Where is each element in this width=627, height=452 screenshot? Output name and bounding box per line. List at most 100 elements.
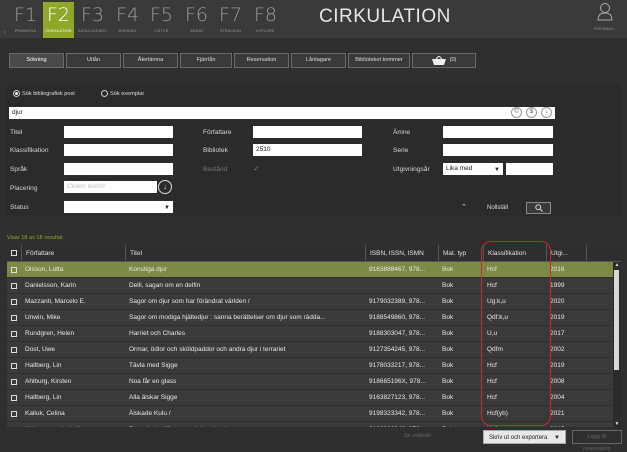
row-checkbox[interactable]: [11, 395, 17, 401]
f6-label: ADMIN: [190, 29, 203, 33]
tab-biblioteket-kommer[interactable]: Biblioteket kommer: [348, 53, 410, 68]
dollar-icon[interactable]: $: [526, 107, 537, 118]
cell-year: 2021: [550, 410, 565, 417]
col-titel[interactable]: Titel: [125, 245, 365, 262]
nollstall-button[interactable]: Nollställ: [487, 205, 508, 211]
forfattare-field[interactable]: [253, 126, 362, 138]
tab-sokning[interactable]: Sökning: [9, 53, 64, 68]
sprak-field[interactable]: [64, 163, 173, 175]
caret-down-icon: ▼: [164, 205, 170, 211]
copyright-icon[interactable]: ©: [511, 107, 522, 118]
f1-key[interactable]: F1 PRANNSSA: [10, 2, 41, 38]
tab-aterlamna[interactable]: Återlämna: [123, 53, 178, 68]
f5-key[interactable]: F5 LISTOR: [146, 2, 177, 38]
f8-number: F8: [253, 4, 278, 26]
cell-author: Danielsson, Karin: [25, 282, 76, 289]
search-button[interactable]: [526, 202, 551, 214]
cell-year: 2017: [550, 330, 565, 337]
utgivningsar-operator-select[interactable]: Lika med ▼: [443, 163, 503, 175]
f3-label: KATALOGRADY: [78, 29, 107, 33]
f3-key[interactable]: F3 KATALOGRADY: [77, 2, 108, 38]
select-all-checkbox[interactable]: [11, 250, 17, 256]
download-circle-icon[interactable]: ↓: [158, 180, 172, 194]
row-checkbox[interactable]: [11, 299, 17, 305]
cell-title: Alla älskar Sigge: [129, 394, 178, 401]
cell-year: 2019: [550, 314, 565, 321]
cell-title: Ormar, ödlor och sköldpaddor och andra d…: [129, 346, 286, 353]
f8-key[interactable]: F8 EXPLORE: [250, 2, 281, 38]
basket-count: (0): [449, 57, 457, 63]
cell-type: Bok: [442, 378, 454, 385]
cell-isbn: 9163888467, 978...: [369, 266, 426, 273]
checkmark-icon: ✓: [253, 164, 260, 173]
radio-exemplar[interactable]: Sök exemplar: [101, 90, 144, 97]
placering-field[interactable]: Cicero test////: [64, 181, 157, 193]
bibliotek-field[interactable]: 2510: [253, 144, 362, 156]
utgivningsar-field[interactable]: [506, 163, 553, 175]
row-checkbox[interactable]: [11, 379, 17, 385]
cell-author: Mazzanti, Marcelo E.: [25, 298, 86, 305]
row-checkbox[interactable]: [11, 315, 17, 321]
f6-key[interactable]: F6 ADMIN: [181, 2, 212, 38]
chevron-left-icon[interactable]: ‹: [4, 30, 6, 36]
cell-author: Olsson, Lotta: [25, 266, 64, 273]
download-icon[interactable]: ↓: [541, 107, 552, 118]
add-reservation-button[interactable]: Lägg till reservation: [572, 430, 622, 452]
tab-lantagare[interactable]: Låntagare: [291, 53, 346, 68]
f4-number: F4: [115, 4, 140, 26]
col-forfattare[interactable]: Författare: [21, 245, 125, 262]
cell-type: Bok: [442, 346, 454, 353]
radio-dot: [13, 90, 20, 97]
statistik-link[interactable]: Se statistik: [404, 433, 431, 439]
cell-title: Tävla med Sigge: [129, 362, 178, 369]
f3-number: F3: [80, 4, 105, 26]
serie-field[interactable]: [443, 144, 553, 156]
f7-label: STRACKAN: [219, 29, 242, 33]
label-placering: Placering: [10, 185, 38, 192]
label-status: Status: [10, 204, 29, 211]
label-titel: Titel: [10, 129, 23, 136]
col-utgivningsar[interactable]: Utgi...: [546, 245, 586, 262]
f1-label: PRANNSSA: [14, 29, 37, 33]
user-menu[interactable]: SYSTEMATI...: [593, 2, 617, 31]
f4-key[interactable]: F4 BOKNING: [112, 2, 143, 38]
app-title: CIRKULATION: [319, 6, 451, 27]
row-checkbox[interactable]: [11, 363, 17, 369]
klassifikation-field[interactable]: [64, 144, 173, 156]
titel-field[interactable]: [64, 126, 173, 138]
row-checkbox[interactable]: [11, 411, 17, 417]
cell-isbn: 918665196X, 978...: [369, 378, 426, 385]
col-isbn[interactable]: ISBN, ISSN, ISMN: [365, 245, 438, 262]
cell-type: Bok: [442, 330, 454, 337]
f1-number: F1: [13, 4, 38, 26]
export-button[interactable]: Skriv ut och exportera ▼: [483, 430, 566, 444]
main-search-input[interactable]: djur: [9, 107, 555, 119]
tab-reservation[interactable]: Reservation: [234, 53, 289, 68]
status-select[interactable]: ▼: [64, 201, 173, 213]
row-checkbox[interactable]: [11, 283, 17, 289]
chevron-up-icon[interactable]: ⌃: [461, 203, 467, 211]
vertical-scrollbar[interactable]: ▲ ▼: [613, 262, 621, 427]
row-checkbox[interactable]: [11, 267, 17, 273]
cell-author: Rundgren, Helen: [25, 330, 75, 337]
scroll-up-icon[interactable]: ▲: [613, 262, 621, 268]
cell-title: Konstiga djur: [129, 266, 167, 273]
cell-isbn: [365, 278, 438, 294]
cell-isbn: 9127354245, 978...: [369, 346, 426, 353]
tab-fjarrlan[interactable]: Fjärrlån: [180, 53, 232, 68]
radio-exemplar-label: Sök exemplar: [110, 90, 145, 97]
tab-utlan[interactable]: Utlån: [66, 53, 121, 68]
amne-field[interactable]: [443, 126, 553, 138]
scrollbar-thumb[interactable]: [614, 270, 619, 370]
f2-key[interactable]: F2 CIRKULATION: [43, 2, 74, 38]
col-mattyp[interactable]: Mat. typ: [438, 245, 483, 262]
f5-label: LISTOR: [154, 29, 169, 33]
cell-title: Harriet och Charles: [129, 330, 185, 337]
f7-key[interactable]: F7 STRACKAN: [215, 2, 246, 38]
row-checkbox[interactable]: [11, 331, 17, 337]
basket-button[interactable]: (0): [412, 53, 476, 68]
label-utgivningsar: Utgivningsår: [393, 166, 430, 173]
cell-type: Bok: [442, 314, 454, 321]
row-checkbox[interactable]: [11, 347, 17, 353]
radio-biblio[interactable]: Sök bibliografisk post: [13, 90, 75, 97]
